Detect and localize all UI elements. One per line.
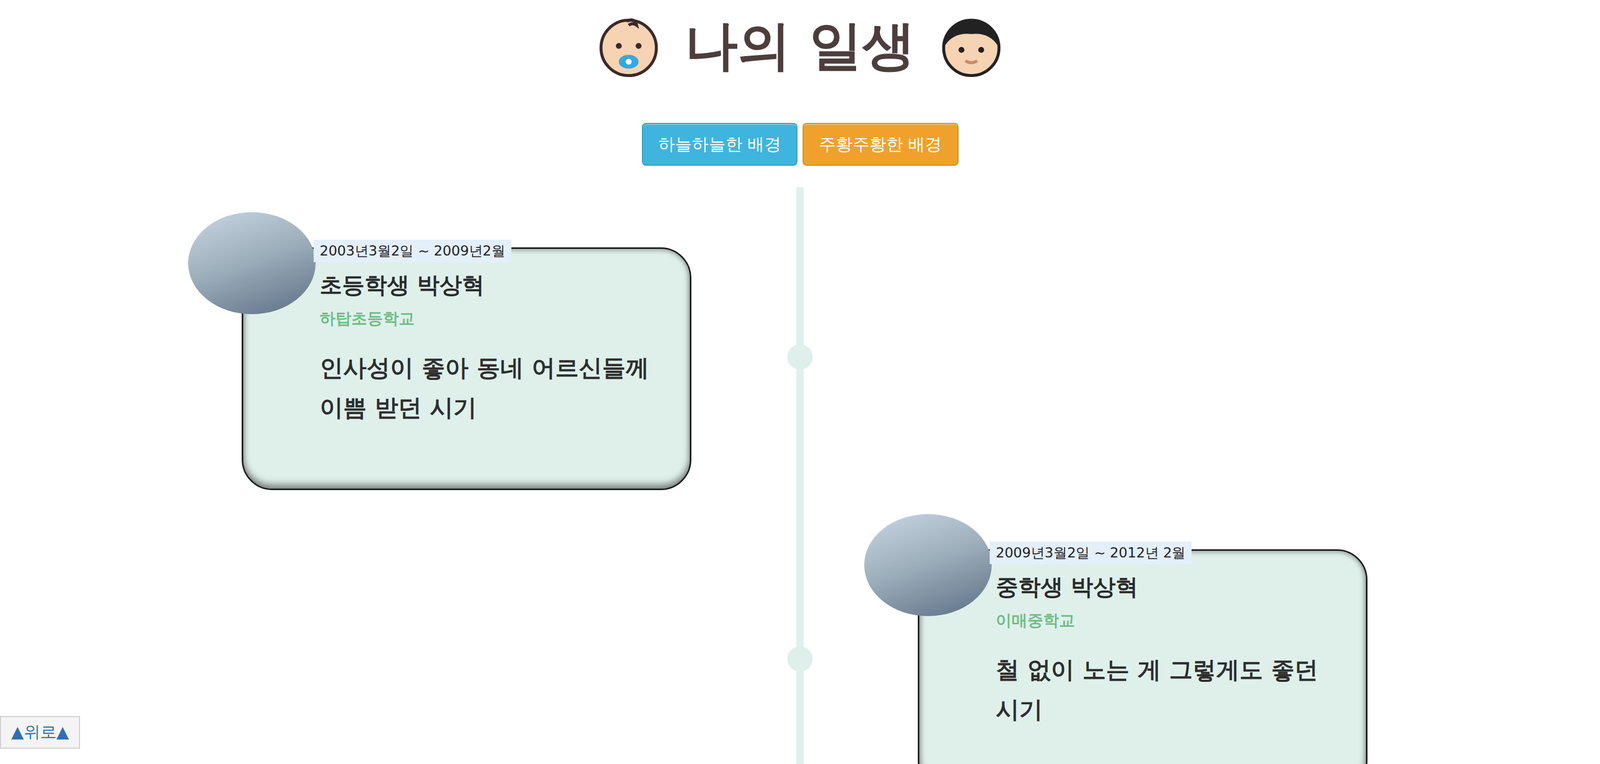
timeline: 2003년3월2일 ~ 2009년2월초등학생 박상혁하탑초등학교인사성이 좋아…: [0, 187, 1600, 764]
card-description: 인사성이 좋아 동네 어르신들께 이쁨 받던 시기: [319, 347, 665, 428]
card-description: 철 없이 노는 게 그렇게도 좋던 시기: [995, 649, 1341, 730]
card-title: 중학생 박상혁: [995, 571, 1341, 603]
timeline-dot: [787, 646, 813, 672]
school-name: 이매중학교: [995, 609, 1341, 632]
page: 나의 일생하늘하늘한 배경주황주황한 배경 2003년3월2일 ~ 2009년2월…: [0, 0, 1600, 764]
right-column: [820, 247, 1600, 490]
baby-face-icon: [597, 14, 661, 78]
left-column: [0, 549, 780, 764]
date-tag: 2003년3월2일 ~ 2009년2월: [313, 239, 512, 263]
right-column: 2009년3월2일 ~ 2012년 2월중학생 박상혁이매중학교철 없이 노는 …: [820, 549, 1600, 764]
school-name: 하탑초등학교: [319, 307, 665, 330]
dot-cell: [779, 549, 821, 764]
theme-button[interactable]: 하늘하늘한 배경: [641, 122, 798, 166]
timeline-card: 2003년3월2일 ~ 2009년2월초등학생 박상혁하탑초등학교인사성이 좋아…: [241, 247, 692, 490]
boy-face-icon: [939, 14, 1003, 78]
timeline-row: 2009년3월2일 ~ 2012년 2월중학생 박상혁이매중학교철 없이 노는 …: [0, 549, 1600, 764]
timeline-row: 2003년3월2일 ~ 2009년2월초등학생 박상혁하탑초등학교인사성이 좋아…: [0, 247, 1600, 490]
scroll-top-button[interactable]: ▲위로▲: [0, 715, 81, 749]
theme-button[interactable]: 주황주황한 배경: [802, 122, 959, 166]
timeline-card: 2009년3월2일 ~ 2012년 2월중학생 박상혁이매중학교철 없이 노는 …: [917, 549, 1368, 764]
date-tag: 2009년3월2일 ~ 2012년 2월: [989, 541, 1192, 564]
theme-buttons: 하늘하늘한 배경주황주황한 배경: [641, 122, 959, 166]
page-title: 나의 일생: [597, 0, 1003, 81]
profile-photo: [188, 212, 316, 315]
profile-photo: [864, 513, 992, 616]
card-title: 초등학생 박상혁: [319, 269, 665, 301]
dot-cell: [779, 247, 821, 490]
left-column: 2003년3월2일 ~ 2009년2월초등학생 박상혁하탑초등학교인사성이 좋아…: [0, 247, 780, 490]
timeline-dot: [787, 344, 813, 370]
title-text: 나의 일생: [684, 11, 916, 81]
